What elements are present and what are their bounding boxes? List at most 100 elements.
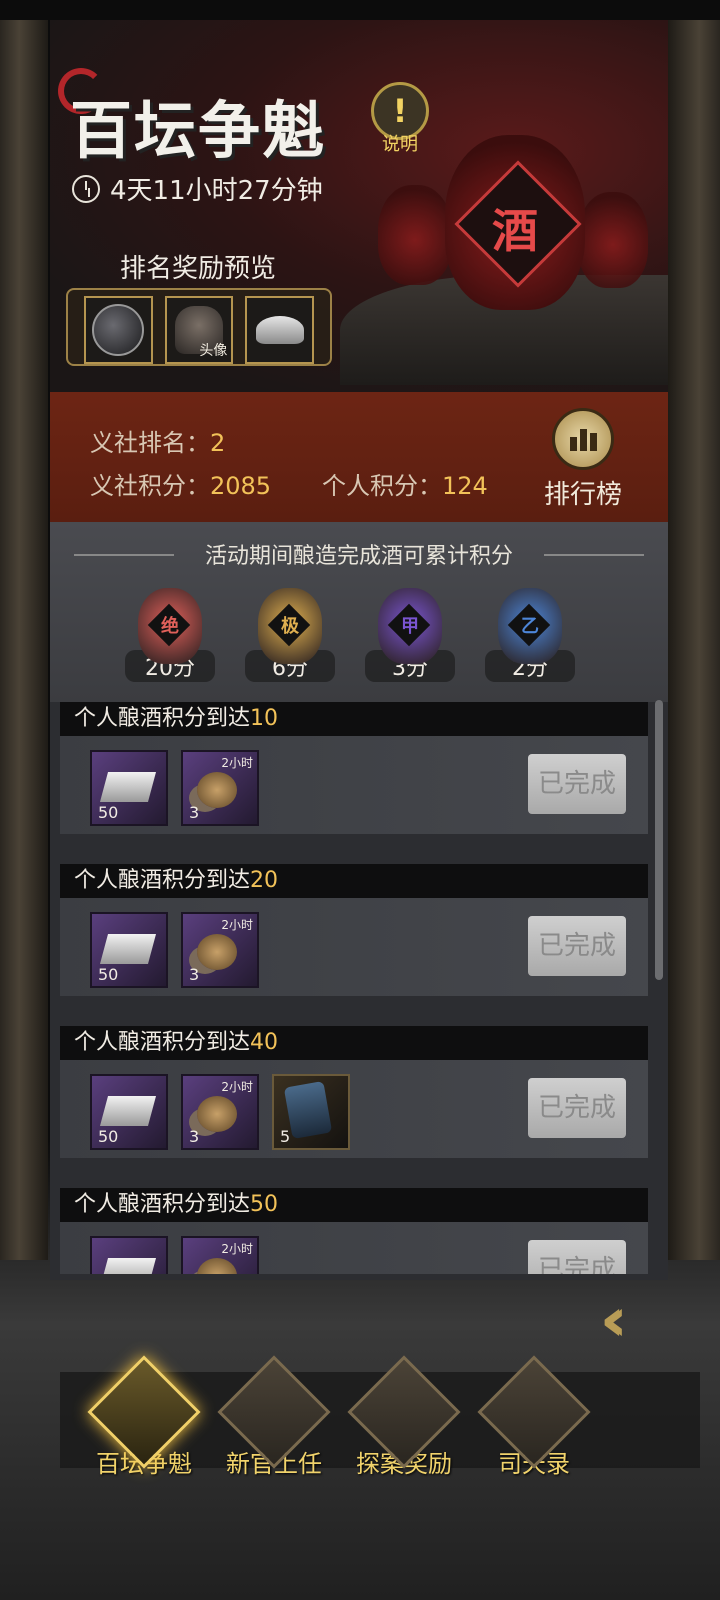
- guild-score-value: 2085: [210, 472, 272, 500]
- reward-item[interactable]: 2小时 3: [181, 912, 259, 988]
- reward-duration: 2小时: [221, 1080, 253, 1094]
- bar-chart-icon: [552, 408, 614, 470]
- quest-title: 个人酿酒积分到达40: [60, 1026, 648, 1060]
- quest-rewards: 50 2小时 3 5 已完成: [60, 1060, 648, 1158]
- wine-pot-icon: 甲: [378, 588, 442, 664]
- reward-count: 3: [189, 1127, 200, 1146]
- reward-item[interactable]: [90, 1236, 168, 1274]
- leaderboard-button[interactable]: 排行榜: [538, 408, 628, 516]
- wine-jar-main: 酒: [445, 135, 585, 310]
- completed-button[interactable]: 已完成: [528, 1240, 626, 1274]
- reward-duration: 2小时: [221, 1242, 253, 1256]
- completed-button[interactable]: 已完成: [528, 754, 626, 814]
- nav-tab[interactable]: 新官上任: [214, 1355, 334, 1479]
- portrait-tag: 头像: [199, 343, 228, 359]
- quest-rewards: 50 2小时 3 已完成: [60, 736, 648, 834]
- completed-button[interactable]: 已完成: [528, 1078, 626, 1138]
- nav-tab[interactable]: 百坛争魁: [84, 1355, 204, 1479]
- silver-ingot-icon: [255, 316, 304, 344]
- reward-preview-title: 排名奖励预览: [120, 254, 277, 284]
- reward-item[interactable]: 2小时 3: [181, 1074, 259, 1150]
- grade-item: 绝 20分: [125, 588, 215, 682]
- grade-item: 甲 3分: [365, 588, 455, 682]
- silver-bar-icon: [99, 772, 157, 802]
- countdown-timer: 4天11小时27分钟: [72, 170, 323, 207]
- grade-char: 绝: [161, 616, 179, 637]
- quest-list-scrollbar[interactable]: [655, 700, 663, 980]
- quest-title: 个人酿酒积分到达10: [60, 702, 648, 736]
- grade-char: 甲: [401, 616, 419, 637]
- quest-prefix: 个人酿酒积分到达: [74, 868, 251, 893]
- reward-item[interactable]: 2小时: [181, 1236, 259, 1274]
- nav-tab[interactable]: 探案奖励: [344, 1355, 464, 1479]
- wine-pot-icon: 极: [258, 588, 322, 664]
- quest-target: 50: [250, 1192, 279, 1217]
- grade-char: 乙: [521, 616, 539, 637]
- leaderboard-label: 排行榜: [543, 480, 622, 510]
- nav-tab[interactable]: 司天录: [474, 1355, 594, 1479]
- personal-score: 个人积分：124: [322, 466, 488, 501]
- copper-coins-icon: [197, 1258, 237, 1274]
- help-label: 说明: [382, 134, 418, 155]
- reward-preview-box: 头像: [66, 288, 332, 366]
- quest-prefix: 个人酿酒积分到达: [74, 1030, 251, 1055]
- silver-ingot-reward[interactable]: [245, 296, 315, 364]
- guild-rank: 义社排名：2: [90, 423, 225, 458]
- grade-char: 极: [281, 616, 299, 637]
- copper-coins-icon: [197, 1096, 237, 1132]
- quest-target: 10: [250, 706, 279, 731]
- copper-coins-icon: [197, 934, 237, 970]
- guild-score-label: 义社积分：: [90, 472, 210, 500]
- quest-target: 20: [250, 868, 279, 893]
- quest-item: 个人酿酒积分到达40 50 2小时 3 5 已完成: [60, 1026, 648, 1188]
- silver-bar-icon: [99, 934, 157, 964]
- quest-title: 个人酿酒积分到达20: [60, 864, 648, 898]
- wine-pot-icon: 乙: [498, 588, 562, 664]
- silver-bar-icon: [99, 1258, 157, 1274]
- reward-item[interactable]: 50: [90, 912, 168, 988]
- countdown-text: 4天11小时27分钟: [110, 176, 323, 206]
- reward-item[interactable]: 5: [272, 1074, 350, 1150]
- personal-score-value: 124: [442, 472, 488, 500]
- quest-rewards: 50 2小时 3 已完成: [60, 898, 648, 996]
- points-caption: 活动期间酿造完成酒可累计积分: [204, 544, 513, 569]
- reward-item[interactable]: 50: [90, 750, 168, 826]
- reward-count: 3: [189, 803, 200, 822]
- portrait-reward[interactable]: 头像: [164, 296, 234, 364]
- quest-title: 个人酿酒积分到达50: [60, 1188, 648, 1222]
- quest-item: 个人酿酒积分到达20 50 2小时 3 已完成: [60, 864, 648, 1026]
- jar-character: 酒: [492, 204, 538, 258]
- reward-item[interactable]: 50: [90, 1074, 168, 1150]
- quest-prefix: 个人酿酒积分到达: [74, 1192, 251, 1217]
- avatar-frame-icon: [92, 304, 145, 356]
- reward-duration: 2小时: [221, 918, 253, 932]
- reward-count: 50: [98, 965, 119, 984]
- reward-count: 50: [98, 803, 119, 822]
- reward-count: 50: [98, 1127, 119, 1146]
- guild-score: 义社积分：2085: [90, 466, 271, 501]
- avatar-frame-reward[interactable]: [84, 296, 153, 364]
- reward-item[interactable]: 2小时 3: [181, 750, 259, 826]
- completed-button[interactable]: 已完成: [528, 916, 626, 976]
- double-chevron-left-icon[interactable]: ‹‹: [600, 1290, 690, 1350]
- help-button[interactable]: ! 说明: [370, 82, 430, 155]
- wine-jar-small-right: [578, 192, 648, 288]
- left-frame-pillar: [0, 20, 48, 1260]
- grade-item: 乙 2分: [485, 588, 575, 682]
- ranking-summary: 义社排名：2 义社积分：2085 个人积分：124 排行榜: [50, 392, 668, 522]
- personal-score-label: 个人积分：: [322, 472, 442, 500]
- quest-prefix: 个人酿酒积分到达: [74, 706, 251, 731]
- wine-jar-small-left: [378, 185, 452, 285]
- quest-list[interactable]: 个人酿酒积分到达10 50 2小时 3 已完成 个人酿酒积分到达20 50 2小时 3 已完成 个人…: [60, 702, 658, 1274]
- reward-count: 5: [280, 1127, 291, 1146]
- wine-pot-icon: 绝: [138, 588, 202, 664]
- grade-item: 极 6分: [245, 588, 335, 682]
- event-header: 酒 百坛争魁 ! 说明 4天11小时27分钟 排名奖励预览 头像: [50, 20, 668, 392]
- reward-count: 3: [189, 965, 200, 984]
- guild-rank-value: 2: [210, 429, 226, 457]
- silver-bar-icon: [99, 1096, 157, 1126]
- quest-item: 个人酿酒积分到达10 50 2小时 3 已完成: [60, 702, 648, 864]
- right-frame-pillar: [668, 20, 720, 1260]
- event-panel: 酒 百坛争魁 ! 说明 4天11小时27分钟 排名奖励预览 头像 义社排名：2 …: [50, 20, 668, 1280]
- clock-icon: [72, 174, 100, 203]
